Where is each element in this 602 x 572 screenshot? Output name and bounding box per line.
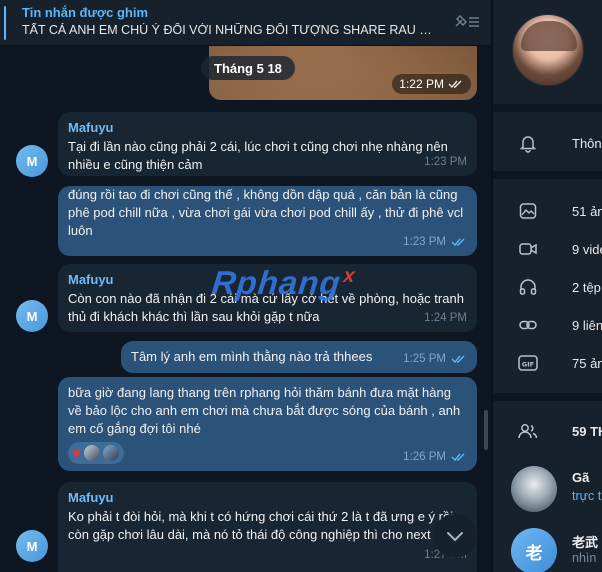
pinned-accent-bar [4, 6, 6, 40]
message-time: 1:25 PM [403, 353, 446, 365]
video-icon [517, 238, 539, 260]
section-divider [493, 104, 602, 112]
audio-files-count: 2 tệp [572, 279, 601, 295]
media-photos-row[interactable]: 51 ảnh [493, 192, 602, 230]
sender-avatar[interactable]: M [16, 300, 48, 332]
gif-icon: GIF [517, 352, 539, 374]
member-avatar: 老 [511, 528, 557, 572]
info-sidebar: Thông 51 ảnh 9 video 2 tệp 9 liên GIF 75… [493, 0, 602, 572]
members-count: 59 TH [572, 423, 602, 439]
members-header-row[interactable]: 59 TH [493, 412, 602, 450]
bell-icon [517, 132, 539, 154]
media-videos-row[interactable]: 9 video [493, 230, 602, 268]
message-outgoing[interactable]: bữa giờ đang lang thang trên rphang hỏi … [58, 377, 477, 471]
watermark-logo: Rphangx [210, 264, 357, 302]
scrollbar-thumb[interactable] [484, 410, 488, 450]
message-text: Tại đi lần nào cũng phải 2 cái, lúc chơi… [68, 139, 448, 172]
chevron-down-icon [447, 532, 463, 542]
read-check-icon [451, 355, 465, 364]
message-time: 1:23 PM [424, 156, 467, 168]
pinned-list-icon[interactable] [452, 10, 482, 34]
read-check-icon [451, 238, 465, 247]
photo-time-badge: 1:22 PM [392, 74, 471, 94]
scroll-down-button[interactable] [433, 514, 477, 558]
section-divider [493, 171, 602, 179]
message-outgoing[interactable]: Tâm lý anh em mình thằng nào trả thhees … [121, 341, 477, 373]
message-incoming[interactable]: Mafuyu Ko phải t đòi hỏi, mà khi t có hứ… [58, 482, 477, 572]
message-reactions[interactable]: ♥ [68, 442, 124, 464]
message-meta: 1:23 PM [403, 233, 467, 251]
message-time: 1:23 PM [403, 236, 446, 248]
section-divider [493, 393, 602, 401]
photos-count: 51 ảnh [572, 203, 602, 219]
read-check-icon [451, 453, 465, 462]
message-time: 1:26 PM [403, 451, 446, 463]
videos-count: 9 video [572, 241, 602, 257]
link-icon [517, 314, 539, 336]
media-links-row[interactable]: 9 liên [493, 306, 602, 344]
member-status: nhìn [572, 551, 597, 565]
member-avatar [511, 466, 557, 512]
read-check-icon [448, 80, 462, 89]
message-meta: 1:23 PM [424, 153, 467, 171]
member-name: Gã [572, 470, 590, 485]
message-outgoing[interactable]: đúng rồi tao đi chơi cũng thế , không dồ… [58, 186, 477, 256]
chat-area: 1:22 PM Tháng 5 18 Tin nhắn được ghim TẤ… [0, 0, 491, 572]
sender-avatar[interactable]: M [16, 530, 48, 562]
message-time: 1:24 PM [424, 312, 467, 324]
watermark-text: Rphang [210, 264, 343, 301]
message-text: đúng rồi tao đi chơi cũng thế , không dồ… [68, 187, 464, 238]
pinned-text: TẤT CẢ ANH EM CHÚ Ý ĐỐI VỚI NHỮNG ĐỐI TƯ… [22, 23, 437, 37]
message-incoming[interactable]: Mafuyu Tại đi lần nào cũng phải 2 cái, l… [58, 112, 477, 176]
member-item[interactable]: 老 老武 nhìn [493, 524, 602, 572]
notifications-row[interactable]: Thông [493, 124, 602, 162]
message-text: Ko phải t đòi hỏi, mà khi t có hứng chơi… [68, 509, 456, 542]
member-status: trực t [572, 489, 602, 503]
message-meta: 1:25 PM [403, 350, 467, 368]
group-avatar[interactable] [512, 14, 584, 86]
media-audio-row[interactable]: 2 tệp [493, 268, 602, 306]
reactor-avatar [102, 445, 119, 461]
photo-icon [517, 200, 539, 222]
sender-avatar[interactable]: M [16, 145, 48, 177]
pinned-title: Tin nhắn được ghim [22, 5, 149, 20]
photo-time: 1:22 PM [399, 77, 444, 91]
gifs-count: 75 ảnh [572, 355, 602, 371]
pinned-message-bar[interactable]: Tin nhắn được ghim TẤT CẢ ANH EM CHÚ Ý Đ… [0, 0, 491, 46]
watermark-suffix: x [342, 265, 357, 287]
links-count: 9 liên [572, 317, 602, 333]
message-meta: 1:24 PM [424, 309, 467, 327]
members-icon [517, 420, 539, 442]
avatar-hair [521, 21, 577, 51]
message-text: bữa giờ đang lang thang trên rphang hỏi … [68, 385, 461, 436]
heart-reaction-icon: ♥ [72, 444, 81, 462]
message-sender[interactable]: Mafuyu [68, 119, 467, 137]
member-name: 老武 [572, 535, 599, 550]
date-divider: Tháng 5 18 [201, 56, 295, 80]
message-meta: 1:26 PM [403, 448, 467, 466]
message-sender[interactable]: Mafuyu [68, 489, 467, 507]
headphones-icon [517, 276, 539, 298]
media-gifs-row[interactable]: GIF 75 ảnh [493, 344, 602, 382]
svg-text:GIF: GIF [522, 361, 534, 369]
reactor-avatar [83, 445, 100, 461]
notifications-label: Thông [572, 135, 602, 151]
member-item[interactable]: Gã trực t [493, 462, 602, 512]
